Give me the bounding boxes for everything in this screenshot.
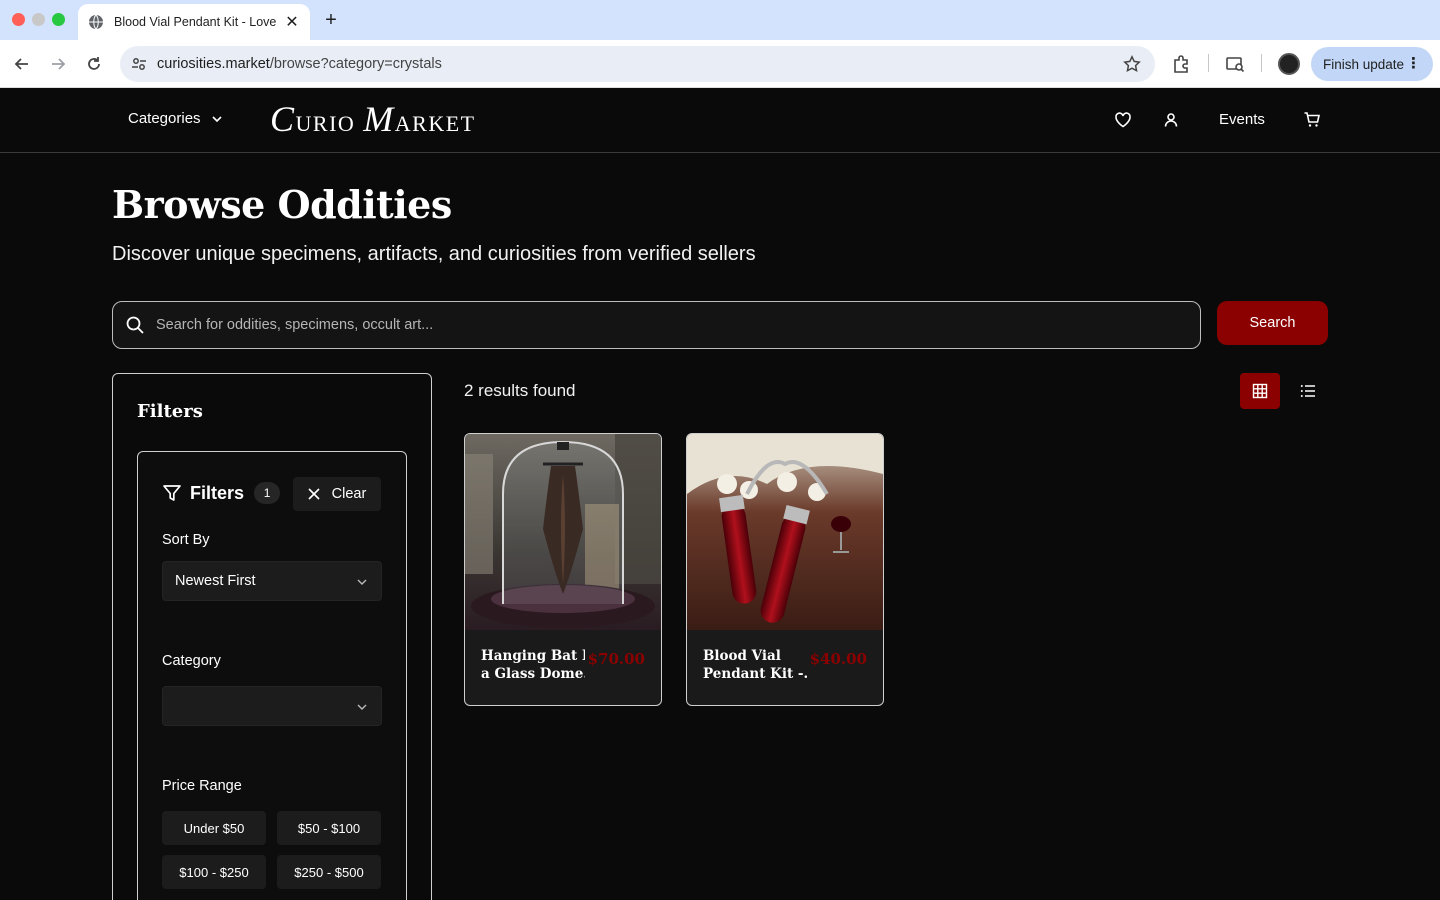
profile-avatar[interactable] [1278, 53, 1300, 75]
bookmark-star-icon[interactable] [1123, 55, 1141, 73]
arrow-right-icon [52, 58, 66, 70]
product-title[interactable]: Blood Vial Pendant Kit -... [703, 647, 807, 683]
forward-button[interactable] [46, 52, 70, 76]
cast-search-icon[interactable] [1225, 54, 1245, 74]
user-icon[interactable] [1162, 111, 1180, 129]
price-100-250-button[interactable]: $100 - $250 [162, 855, 266, 889]
product-image-blood-vials[interactable] [687, 434, 883, 630]
categories-menu[interactable]: Categories [128, 110, 223, 127]
sort-by-label: Sort By [162, 532, 210, 548]
search-button[interactable]: Search [1217, 301, 1328, 345]
close-tab-icon[interactable]: ✕ [284, 12, 300, 32]
chevron-down-icon [357, 704, 367, 710]
logo-word-curio: CURIO [270, 99, 356, 139]
filters-inner-panel: Filters 1 Clear Sort By Newest First Cat… [137, 451, 407, 900]
url-text: curiosities.market/browse?category=cryst… [157, 56, 442, 72]
price-50-100-button[interactable]: $50 - $100 [277, 811, 381, 845]
new-tab-button[interactable]: + [321, 8, 341, 32]
active-filter-count-badge: 1 [254, 482, 281, 504]
toolbar-separator [1261, 54, 1262, 72]
product-image-bat-dome[interactable] [465, 434, 661, 630]
page-subtitle: Discover unique specimens, artifacts, an… [112, 243, 756, 265]
reload-button[interactable] [82, 52, 106, 76]
logo-word-market: MARKET [363, 99, 476, 139]
arrow-left-icon [14, 58, 28, 70]
back-button[interactable] [10, 52, 34, 76]
site-logo[interactable]: CURIO MARKET [270, 98, 476, 140]
product-title[interactable]: Hanging Bat In a Glass Dome... [481, 647, 585, 683]
sort-by-value: Newest First [175, 573, 256, 589]
site-header: Categories CURIO MARKET Events [0, 88, 1440, 153]
close-window-button[interactable] [12, 13, 25, 26]
price-under-50-button[interactable]: Under $50 [162, 811, 266, 845]
filters-header: Filters 1 [162, 482, 281, 504]
browser-tab[interactable]: Blood Vial Pendant Kit - Love ✕ [78, 4, 310, 40]
menu-dots-icon: ⋮ [1406, 55, 1421, 72]
site-settings-icon[interactable] [130, 55, 148, 73]
grid-view-button[interactable] [1240, 373, 1280, 409]
grid-icon [1252, 383, 1268, 399]
cart-icon[interactable] [1303, 111, 1321, 129]
heart-icon[interactable] [1114, 111, 1132, 129]
events-link[interactable]: Events [1219, 111, 1265, 128]
sort-by-select[interactable]: Newest First [162, 561, 382, 601]
filters-label: Filters [190, 482, 245, 503]
funnel-icon [163, 485, 181, 501]
browser-tab-bar: Blood Vial Pendant Kit - Love ✕ + [0, 0, 1440, 40]
categories-label: Categories [128, 110, 201, 127]
category-label: Category [162, 653, 221, 669]
list-view-button[interactable] [1288, 373, 1328, 409]
list-icon [1300, 385, 1315, 397]
tab-title: Blood Vial Pendant Kit - Love [114, 15, 276, 29]
clear-label: Clear [331, 486, 367, 502]
search-box [112, 301, 1201, 349]
close-icon [308, 488, 320, 500]
search-icon [126, 316, 144, 334]
price-250-500-button[interactable]: $250 - $500 [277, 855, 381, 889]
finish-update-label: Finish update [1323, 56, 1405, 72]
results-count: 2 results found [464, 381, 576, 400]
product-price: $40.00 [809, 650, 867, 668]
browser-toolbar: curiosities.market/browse?category=cryst… [0, 40, 1440, 88]
filters-panel: Filters Filters 1 Clear Sort By Newest F… [112, 373, 432, 900]
reload-icon [88, 57, 100, 70]
address-bar[interactable]: curiosities.market/browse?category=cryst… [120, 46, 1155, 82]
page-title: Browse Oddities [112, 182, 452, 227]
chevron-down-icon [357, 579, 367, 585]
search-input[interactable] [156, 317, 1200, 333]
extensions-icon[interactable] [1171, 54, 1191, 74]
price-range-label: Price Range [162, 778, 242, 794]
filters-heading: Filters [137, 401, 203, 422]
globe-icon [89, 14, 103, 30]
chevron-down-icon [211, 115, 222, 122]
clear-filters-button[interactable]: Clear [293, 477, 381, 511]
product-price: $70.00 [587, 650, 645, 668]
product-card[interactable]: Blood Vial Pendant Kit -... $40.00 [686, 433, 884, 706]
toolbar-separator [1208, 54, 1209, 72]
category-select[interactable] [162, 686, 382, 726]
product-card[interactable]: Hanging Bat In a Glass Dome... $70.00 [464, 433, 662, 706]
minimize-window-button[interactable] [32, 13, 45, 26]
finish-update-button[interactable]: Finish update ⋮ [1311, 47, 1433, 81]
maximize-window-button[interactable] [52, 13, 65, 26]
